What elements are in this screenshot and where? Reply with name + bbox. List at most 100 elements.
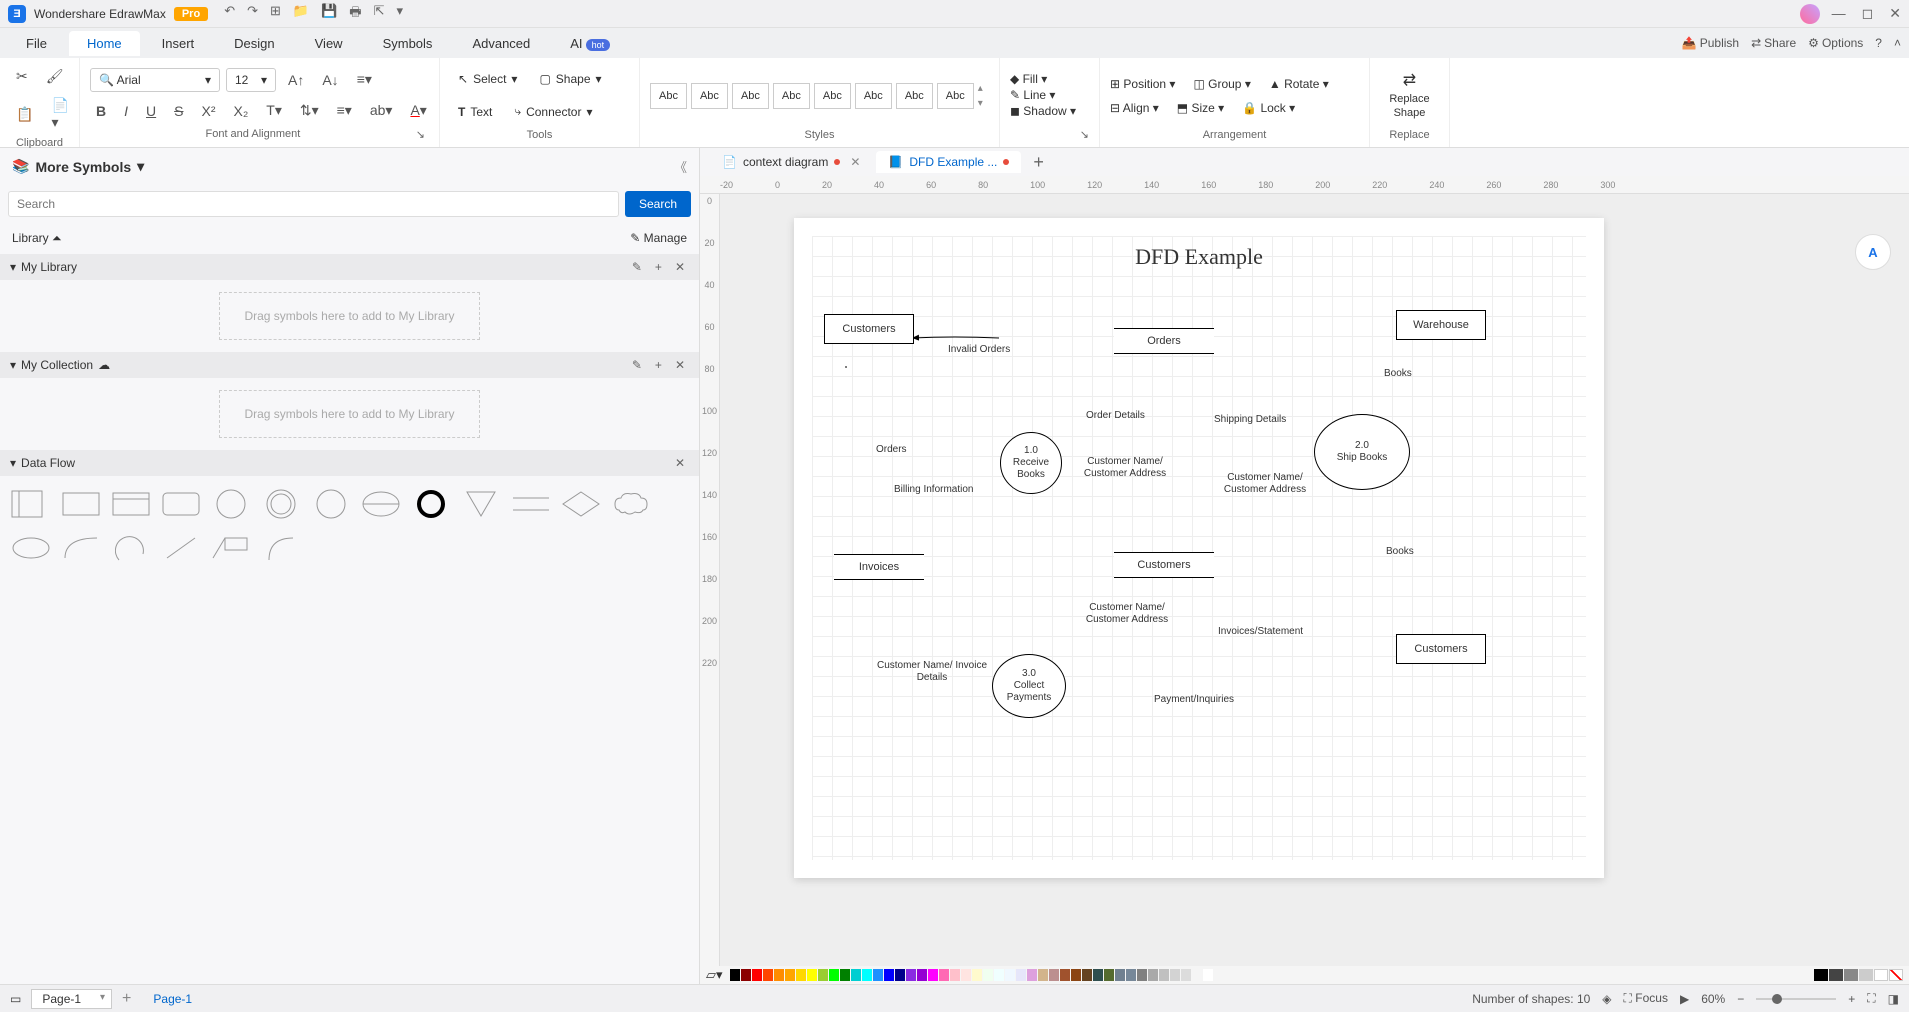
process-receive[interactable]: 1.0Receive Books [1000,432,1062,494]
superscript-icon[interactable]: X² [195,99,221,123]
flow-books1[interactable]: Books [1384,368,1412,380]
collapse-ribbon-icon[interactable]: ˄ [1894,36,1901,50]
color-swatch[interactable] [928,969,938,981]
color-swatch[interactable] [1844,969,1858,981]
text-tool[interactable]: T Text [450,100,500,124]
style-4[interactable]: Abc [773,83,810,109]
color-swatch[interactable] [1859,969,1873,981]
align-icon[interactable]: ≡▾ [351,67,378,92]
color-swatch[interactable] [1016,969,1026,981]
zoom-in-icon[interactable]: + [1848,992,1855,1006]
flow-cna2[interactable]: Customer Name/ Customer Address [1210,472,1320,496]
bucket-icon[interactable]: ▱▾ [706,967,723,983]
menu-file[interactable]: File [8,31,65,56]
color-swatch[interactable] [1137,969,1147,981]
color-swatch[interactable] [752,969,762,981]
sym-ellipse-line[interactable] [360,486,402,522]
shape-tool[interactable]: ▢ Shape ▾ [531,67,609,91]
open-icon[interactable]: 📁 [293,3,309,25]
panel-title[interactable]: 📚 More Symbols ▾ [0,148,156,185]
decrease-font-icon[interactable]: A↓ [316,68,344,92]
fill-button[interactable]: ◆ Fill ▾ [1010,72,1076,86]
sym-rect-left[interactable] [10,486,52,522]
page[interactable]: DFD Example [794,218,1604,878]
color-swatch[interactable] [1192,969,1202,981]
color-swatch[interactable] [862,969,872,981]
process-collect[interactable]: 3.0Collect Payments [992,654,1066,718]
menu-advanced[interactable]: Advanced [454,31,548,56]
color-swatch[interactable] [873,969,883,981]
new-icon[interactable]: ⊞ [270,3,281,25]
sym-rect-top[interactable] [110,486,152,522]
color-swatch[interactable] [851,969,861,981]
more-icon[interactable]: ▾ [396,3,403,25]
color-swatch[interactable] [730,969,740,981]
entity-customers2[interactable]: Customers [1396,634,1486,664]
manage-link[interactable]: ✎ Manage [630,231,687,246]
entity-customers[interactable]: Customers [824,314,914,344]
publish-button[interactable]: 📤 Publish [1682,36,1739,50]
color-swatch[interactable] [895,969,905,981]
add-page-icon[interactable]: + [122,990,131,1008]
color-swatch[interactable] [807,969,817,981]
lib-add-icon[interactable]: + [651,260,666,274]
export-icon[interactable]: ⇱ [374,3,385,25]
share-button[interactable]: ⇄ Share [1751,36,1796,50]
my-collection-dropzone[interactable]: Drag symbols here to add to My Library [219,390,479,438]
flow-orders[interactable]: Orders [876,444,907,456]
color-swatch[interactable] [972,969,982,981]
sym-circle[interactable] [210,486,252,522]
italic-icon[interactable]: I [118,99,134,123]
color-swatch[interactable] [906,969,916,981]
strike-icon[interactable]: S [168,99,189,123]
color-swatch[interactable] [884,969,894,981]
color-swatch[interactable] [950,969,960,981]
color-swatch[interactable] [1082,969,1092,981]
options-button[interactable]: ⚙ Options [1808,36,1863,50]
connector-tool[interactable]: ⤷ Connector ▾ [506,99,600,124]
color-swatch[interactable] [763,969,773,981]
coll-edit-icon[interactable]: ✎ [628,358,646,372]
flow-books2[interactable]: Books [1386,546,1414,558]
user-avatar-icon[interactable] [1800,4,1820,24]
shadow-button[interactable]: ◼ Shadow ▾ [1010,104,1076,118]
canvas[interactable]: DFD Example [720,194,1909,966]
coll-add-icon[interactable]: + [651,358,666,372]
library-link[interactable]: Library ⏶ [12,231,62,246]
flow-cna3[interactable]: Customer Name/ Customer Address [1072,602,1182,626]
highlight-icon[interactable]: ab▾ [364,98,399,123]
color-swatch[interactable] [796,969,806,981]
datastore-customers[interactable]: Customers [1114,552,1214,578]
style-5[interactable]: Abc [814,83,851,109]
font-select[interactable]: 🔍 Arial▾ [90,68,220,92]
style-2[interactable]: Abc [691,83,728,109]
color-swatch[interactable] [961,969,971,981]
color-swatch[interactable] [1005,969,1015,981]
format-painter-icon[interactable]: 🖌 [40,64,70,89]
style-3[interactable]: Abc [732,83,769,109]
print-icon[interactable]: 🖶 [349,3,361,25]
color-swatch[interactable] [1170,969,1180,981]
color-swatch[interactable] [774,969,784,981]
process-ship[interactable]: 2.0Ship Books [1314,414,1410,490]
style-1[interactable]: Abc [650,83,687,109]
df-close-icon[interactable]: ✕ [671,456,689,470]
lib-close-icon[interactable]: ✕ [671,260,689,274]
section-data-flow[interactable]: ▾Data Flow ✕ [0,450,699,476]
flow-invalid[interactable]: Invalid Orders [948,344,1010,356]
undo-icon[interactable]: ↶ [224,3,235,25]
symbol-search-input[interactable] [8,191,619,217]
menu-insert[interactable]: Insert [144,31,213,56]
color-swatch[interactable] [1814,969,1828,981]
sym-arc2[interactable] [110,530,152,566]
sym-bold-circle[interactable] [410,486,452,522]
cut-icon[interactable]: ✂ [10,64,34,89]
menu-design[interactable]: Design [216,31,292,56]
line-spacing-icon[interactable]: ⇅▾ [294,98,325,123]
sym-cloud[interactable] [610,486,652,522]
sym-rect[interactable] [60,486,102,522]
lock-button[interactable]: 🔒 Lock ▾ [1242,101,1295,115]
color-swatch[interactable] [1071,969,1081,981]
group-button[interactable]: ◫ Group ▾ [1193,77,1250,91]
color-swatch[interactable] [741,969,751,981]
